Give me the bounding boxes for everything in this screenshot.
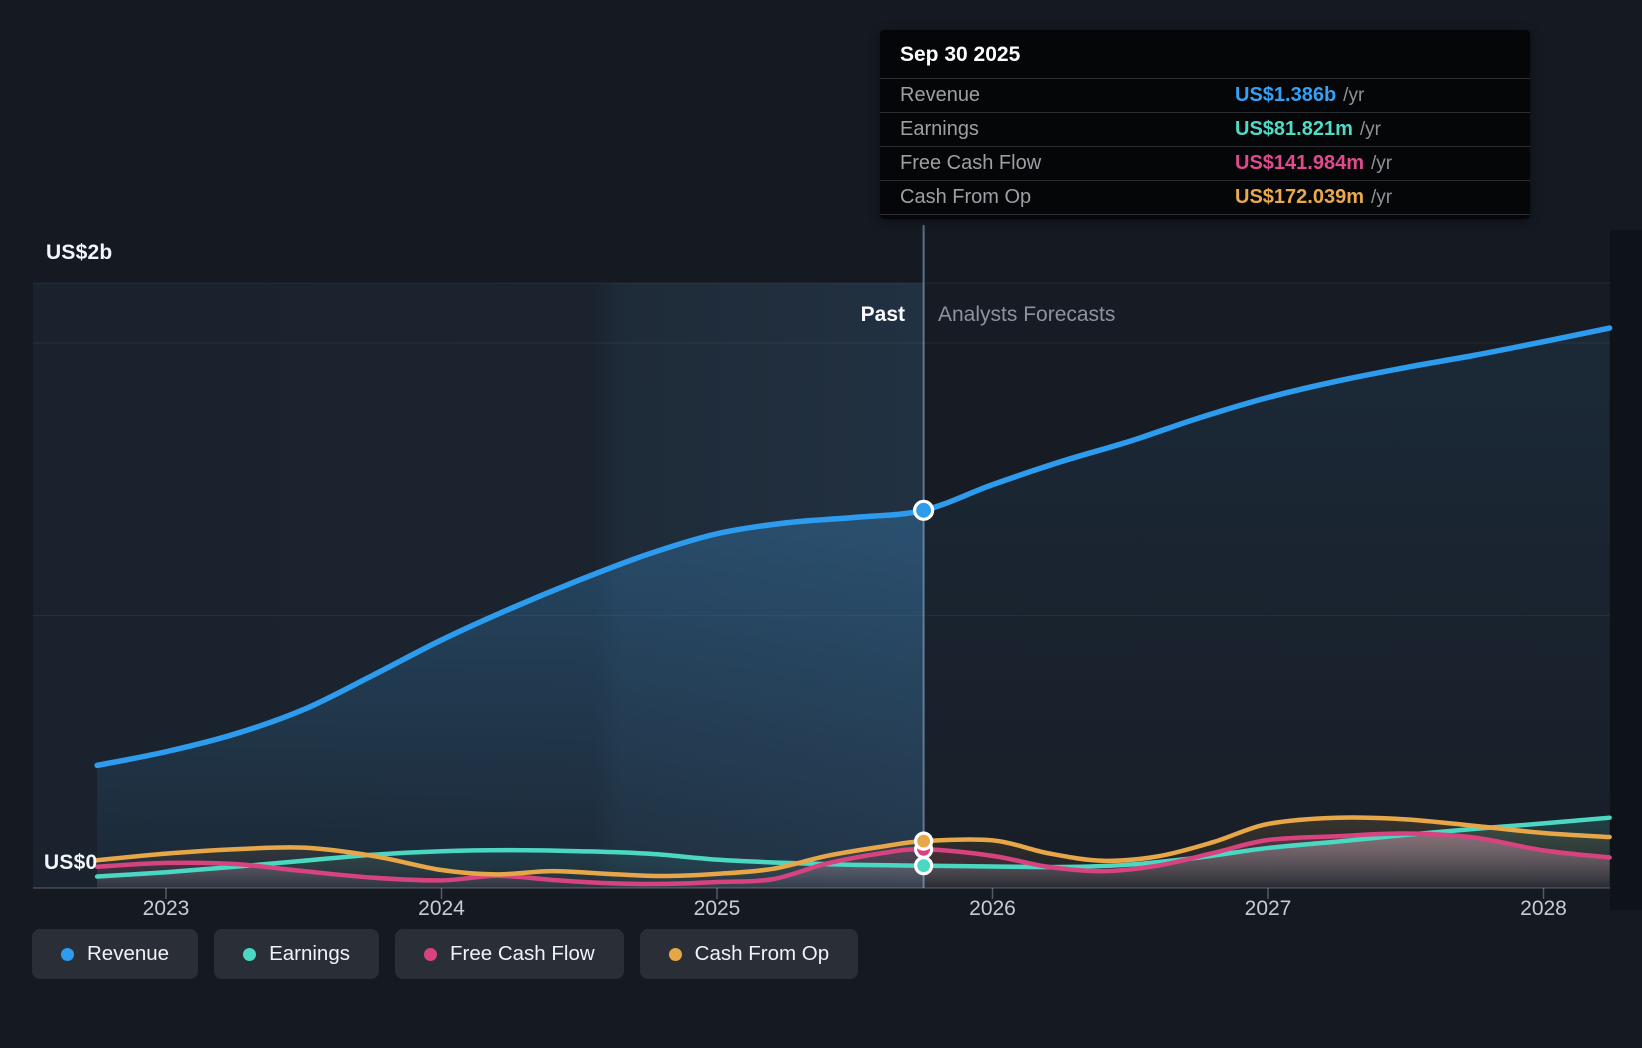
tooltip: Sep 30 2025 Revenue US$1.386b/yr Earnings U… bbox=[880, 30, 1530, 219]
fcf-legend-dot bbox=[423, 947, 437, 961]
legend-item-earnings[interactable]: Earnings bbox=[214, 929, 379, 979]
y-axis-label-zero: US$0 bbox=[44, 851, 98, 874]
tooltip-row-revenue: Revenue US$1.386b/yr bbox=[880, 78, 1530, 112]
tooltip-suffix: /yr bbox=[1343, 84, 1365, 106]
x-axis-label-2026: 2026 bbox=[969, 897, 1016, 920]
tooltip-suffix: /yr bbox=[1370, 152, 1393, 174]
y-axis-label-top: US$2b bbox=[46, 241, 113, 264]
legend-label: Revenue bbox=[87, 942, 170, 965]
cashop-legend-dot bbox=[668, 947, 682, 961]
x-axis-label-2027: 2027 bbox=[1244, 897, 1292, 920]
tooltip-label: Earnings bbox=[900, 118, 979, 140]
tooltip-suffix: /yr bbox=[1359, 118, 1381, 140]
chart-root: US$2b US$0 Past Analysts Forecasts 2023 2… bbox=[0, 0, 1642, 1048]
legend-label: Cash From Op bbox=[694, 942, 830, 965]
revenue-marker bbox=[913, 499, 935, 521]
past-label: Past bbox=[860, 303, 905, 326]
x-axis-label-2024: 2024 bbox=[418, 897, 465, 920]
legend-item-cashop[interactable]: Cash From Op bbox=[639, 929, 859, 979]
tooltip-value: US$172.039m bbox=[1235, 186, 1364, 208]
tooltip-value: US$141.984m bbox=[1235, 152, 1364, 174]
tooltip-row-fcf: Free Cash Flow US$141.984m/yr bbox=[880, 146, 1530, 180]
tooltip-label: Revenue bbox=[900, 84, 981, 106]
tooltip-label: Cash From Op bbox=[900, 186, 1032, 208]
right-margin-shade bbox=[1610, 230, 1642, 910]
analysts-forecasts-label: Analysts Forecasts bbox=[938, 303, 1116, 326]
earnings-legend-dot bbox=[243, 947, 257, 961]
x-axis-label-2023: 2023 bbox=[142, 897, 190, 920]
tooltip-date: Sep 30 2025 bbox=[900, 43, 1021, 66]
earnings-marker bbox=[914, 856, 934, 876]
legend-item-fcf[interactable]: Free Cash Flow bbox=[394, 929, 624, 979]
tooltip-value: US$1.386b bbox=[1235, 84, 1337, 106]
legend: Revenue Earnings Free Cash Flow Cash From O… bbox=[32, 929, 859, 979]
legend-label: Free Cash Flow bbox=[449, 942, 595, 965]
revenue-legend-dot bbox=[61, 947, 74, 961]
tooltip-row-cashop: Cash From Op US$172.039m/yr bbox=[880, 180, 1530, 215]
tooltip-suffix: /yr bbox=[1370, 186, 1393, 208]
tooltip-value: US$81.821m bbox=[1235, 118, 1353, 140]
tooltip-row-earnings: Earnings US$81.821m/yr bbox=[880, 112, 1530, 146]
x-axis-label-2028: 2028 bbox=[1520, 897, 1567, 920]
cashop-marker bbox=[914, 831, 934, 851]
legend-item-revenue[interactable]: Revenue bbox=[32, 929, 199, 979]
legend-label: Earnings bbox=[269, 942, 350, 965]
x-axis-label-2025: 2025 bbox=[693, 897, 741, 920]
tooltip-label: Free Cash Flow bbox=[900, 152, 1042, 174]
